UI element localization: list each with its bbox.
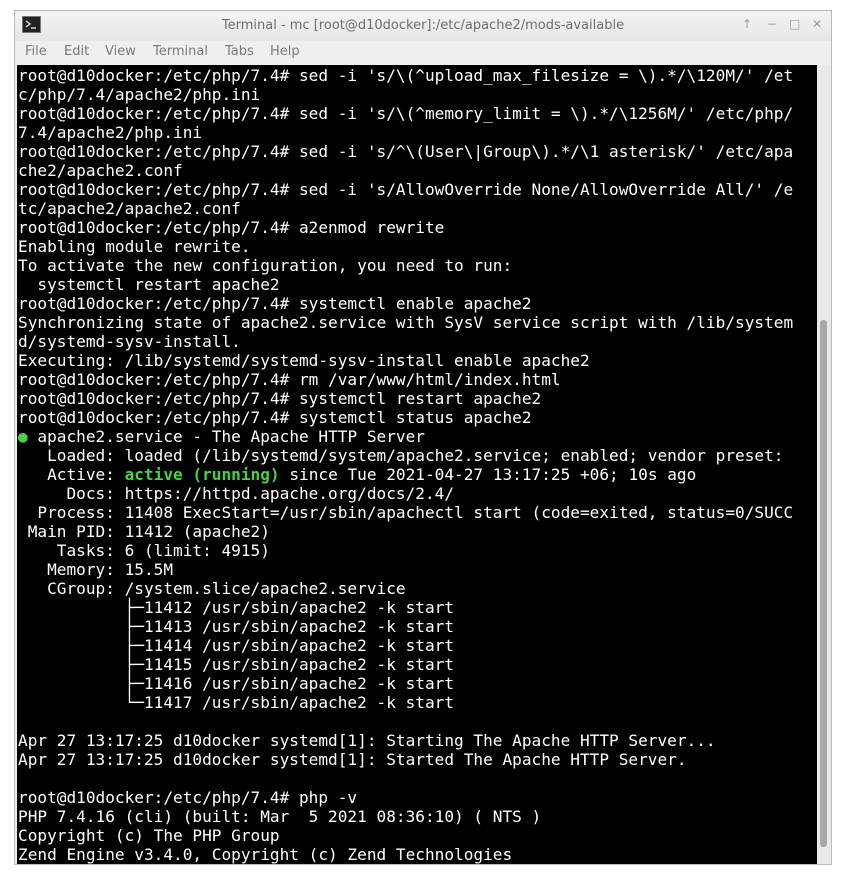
terminal-line: systemctl restart apache2 [18,275,280,294]
terminal-line: Main PID: 11412 (apache2) [18,522,270,541]
scrollbar-thumb[interactable] [820,320,827,847]
terminal-line: root@d10docker:/etc/php/7.4# systemctl s… [18,408,532,427]
terminal-line: Active: active (running) since Tue 2021-… [18,465,697,484]
menu-help[interactable]: Help [270,44,300,59]
terminal-line: Loaded: loaded (/lib/systemd/system/apac… [18,446,784,465]
terminal-line: c/php/7.4/apache2/php.ini [18,85,261,104]
terminal-line: root@d10docker:/etc/php/7.4# a2enmod rew… [18,218,445,237]
terminal-line: 7.4/apache2/php.ini [18,123,203,142]
terminal-line: ├─11414 /usr/sbin/apache2 -k start [18,636,455,655]
terminal-line: ● apache2.service - The Apache HTTP Serv… [18,427,425,446]
terminal-line: Tasks: 6 (limit: 4915) [18,541,270,560]
terminal-line: Memory: 15.5M [18,560,174,579]
terminal-line: PHP 7.4.16 (cli) (built: Mar 5 2021 08:3… [18,807,542,826]
terminal-line: └─11417 /usr/sbin/apache2 -k start [18,693,455,712]
terminal-line: tc/apache2/apache2.conf [18,199,241,218]
terminal-line: Docs: https://httpd.apache.org/docs/2.4/ [18,484,455,503]
terminal-line: root@d10docker:/etc/php/7.4# systemctl e… [18,294,532,313]
terminal-line: root@d10docker:/etc/php/7.4# sed -i 's/\… [18,66,794,85]
terminal-text: root@d10docker:/etc/php/7.4# sed -i 's/\… [18,66,793,864]
terminal-line: root@d10docker:/etc/php/7.4# sed -i 's/A… [18,180,794,199]
terminal-line: Executing: /lib/systemd/systemd-sysv-ins… [18,351,590,370]
maximize-icon[interactable]: □ [789,17,800,31]
terminal-line: root@d10docker:/etc/php/7.4# sed -i 's/^… [18,142,794,161]
terminal-line: CGroup: /system.slice/apache2.service [18,579,406,598]
minimize-icon[interactable]: − [767,17,777,31]
terminal-line: root@d10docker:/etc/php/7.4# php -v [18,788,358,807]
terminal-line: ├─11412 /usr/sbin/apache2 -k start [18,598,455,617]
terminal-line: Apr 27 13:17:25 d10docker systemd[1]: St… [18,750,687,769]
close-icon[interactable]: ✕ [812,17,822,31]
terminal-line: ├─11415 /usr/sbin/apache2 -k start [18,655,455,674]
menu-file[interactable]: File [25,44,47,59]
terminal-line: che2/apache2.conf [18,161,183,180]
terminal-scrollbar[interactable] [817,65,831,864]
terminal-line: ├─11413 /usr/sbin/apache2 -k start [18,617,455,636]
menu-edit[interactable]: Edit [64,44,89,59]
active-running-status: active (running) [124,465,280,484]
menu-terminal[interactable]: Terminal [153,44,208,59]
terminal-line: To activate the new configuration, you n… [18,256,513,275]
window-title: Terminal - mc [root@d10docker]:/etc/apac… [221,18,625,33]
terminal-line: root@d10docker:/etc/php/7.4# systemctl r… [18,389,542,408]
title-bar[interactable]: Terminal - mc [root@d10docker]:/etc/apac… [15,11,831,41]
terminal-line: Process: 11408 ExecStart=/usr/sbin/apach… [18,503,794,522]
menu-tabs[interactable]: Tabs [225,44,254,59]
menu-view[interactable]: View [105,44,136,59]
terminal-line: Synchronizing state of apache2.service w… [18,313,794,332]
menu-bar: File Edit View Terminal Tabs Help [15,41,831,65]
terminal-line: Copyright (c) The PHP Group [18,826,280,845]
terminal-line: Apr 27 13:17:25 d10docker systemd[1]: St… [18,731,716,750]
terminal-line: root@d10docker:/etc/php/7.4# rm /var/www… [18,370,561,389]
terminal-line: Zend Engine v3.4.0, Copyright (c) Zend T… [18,845,513,864]
terminal-line: root@d10docker:/etc/php/7.4# sed -i 's/\… [18,104,794,123]
terminal-window: Terminal - mc [root@d10docker]:/etc/apac… [14,10,832,865]
status-bullet-icon: ● [18,427,28,446]
terminal-line: d/systemd-sysv-install. [18,332,241,351]
terminal-line: Enabling module rewrite. [18,237,251,256]
terminal-line: ├─11416 /usr/sbin/apache2 -k start [18,674,455,693]
terminal-output[interactable]: root@d10docker:/etc/php/7.4# sed -i 's/\… [17,65,817,864]
keep-above-icon[interactable]: ↑ [742,17,752,31]
